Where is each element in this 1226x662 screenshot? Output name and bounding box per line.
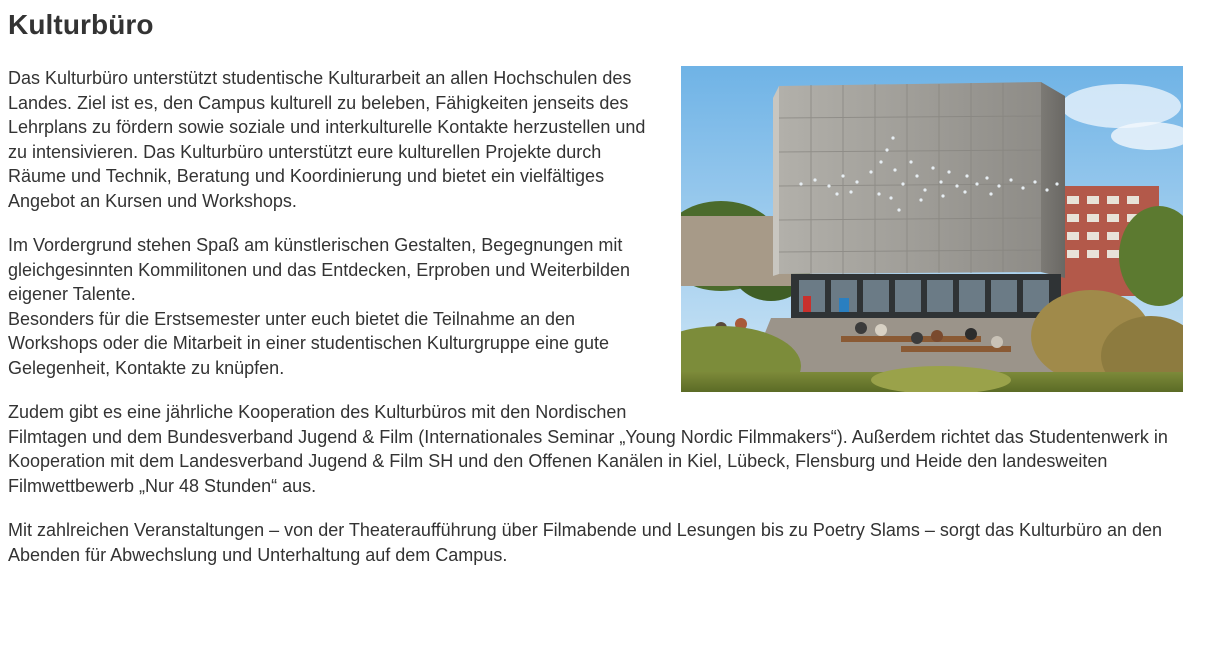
cooperation-paragraph: Zudem gibt es eine jährliche Kooperation… bbox=[8, 402, 1168, 496]
cloud bbox=[1061, 84, 1181, 128]
content-body: Das Kulturbüro unterstützt studentische … bbox=[8, 66, 1213, 587]
cube-front-face bbox=[779, 82, 1041, 274]
kulturbuero-photo bbox=[681, 66, 1183, 392]
cube-side-face bbox=[1041, 82, 1065, 278]
cube-left-edge bbox=[773, 86, 779, 276]
blue-sign bbox=[839, 298, 849, 312]
red-sign bbox=[803, 296, 811, 312]
page: Kulturbüro Das Kulturbüro unterstützt st… bbox=[0, 0, 1226, 662]
events-paragraph: Mit zahlreichen Veranstaltungen – von de… bbox=[8, 520, 1163, 565]
page-title: Kulturbüro bbox=[8, 9, 154, 40]
building-photo-illustration bbox=[681, 66, 1183, 392]
